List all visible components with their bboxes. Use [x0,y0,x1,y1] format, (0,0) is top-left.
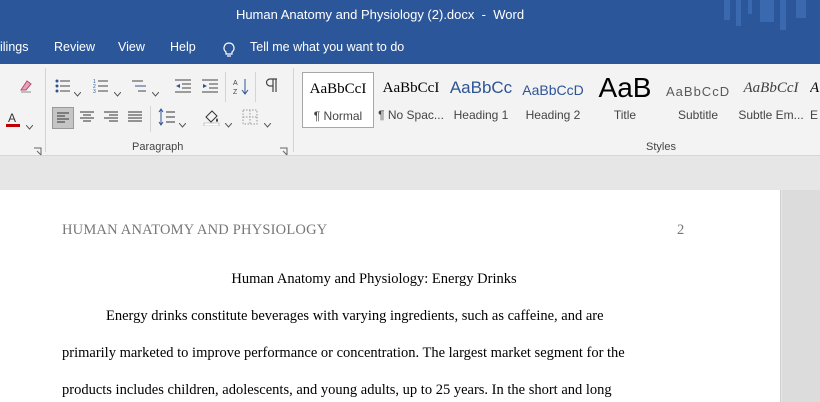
svg-text:A: A [233,80,238,87]
numbering-icon[interactable]: 123 [93,78,109,94]
style-heading-1[interactable]: AaBbCc Heading 1 [449,72,513,128]
line-spacing-icon[interactable] [158,108,176,126]
page-number: 2 [677,222,685,238]
shading-dropdown-icon[interactable] [224,115,233,128]
bullets-icon[interactable] [55,78,71,94]
line-spacing-dropdown-icon[interactable] [178,115,187,128]
style-subtitle[interactable]: AaBbCcD Subtitle [666,72,730,128]
style-emphasis[interactable]: A E [810,72,820,128]
tab-mailings[interactable]: ilings [0,40,29,54]
paragraph-group-label: Paragraph [132,141,184,153]
window-title: Human Anatomy and Physiology (2).docx - … [235,7,525,22]
style-heading-2[interactable]: AaBbCcD Heading 2 [521,72,585,128]
paragraph-dialog-launcher-icon[interactable] [279,143,288,156]
clear-formatting-icon[interactable] [18,78,34,94]
svg-text:3: 3 [93,89,96,94]
align-left-icon[interactable] [52,107,74,129]
font-dialog-launcher-icon[interactable] [33,143,42,156]
show-formatting-marks-icon[interactable] [264,77,278,93]
font-color-dropdown-icon[interactable] [25,117,34,130]
document-title: Human Anatomy and Physiology: Energy Dri… [231,271,517,287]
tab-help[interactable]: Help [170,40,196,54]
lightbulb-icon [222,42,236,58]
borders-dropdown-icon[interactable] [263,115,272,128]
tab-review[interactable]: Review [54,40,95,54]
body-line: primarily marketed to improve performanc… [62,345,625,361]
tab-view[interactable]: View [118,40,145,54]
styles-group-label: Styles [646,141,676,153]
align-center-icon[interactable] [79,109,95,125]
multilevel-dropdown-icon[interactable] [151,84,160,97]
body-line: Energy drinks constitute beverages with … [106,308,604,324]
bullets-dropdown-icon[interactable] [73,84,82,97]
body-line: products includes children, adolescents,… [62,382,612,398]
tell-me-search[interactable]: Tell me what you want to do [250,40,404,54]
canvas-margin [782,190,820,402]
font-color-icon[interactable]: A [4,110,22,128]
style-title[interactable]: AaB Title [593,72,657,128]
increase-indent-icon[interactable] [201,78,219,94]
numbering-dropdown-icon[interactable] [113,84,122,97]
shading-icon[interactable] [203,108,221,126]
justify-icon[interactable] [127,109,143,125]
svg-text:A: A [8,111,16,125]
borders-icon[interactable] [242,109,258,125]
svg-text:Z: Z [233,89,238,95]
style-normal[interactable]: AaBbCcI ¶ Normal [302,72,374,128]
title-bar: Human Anatomy and Physiology (2).docx - … [0,0,820,64]
style-no-spacing[interactable]: AaBbCcI ¶ No Spac... [376,72,446,128]
sort-icon[interactable]: AZ [233,77,249,95]
ribbon: A 123 AZ Paragraph AaBbCcI ¶ Normal AaBb… [0,64,820,156]
style-subtle-emphasis[interactable]: AaBbCcI Subtle Em... [737,72,805,128]
multilevel-list-icon[interactable] [131,78,147,94]
running-head: HUMAN ANATOMY AND PHYSIOLOGY [62,222,328,238]
align-right-icon[interactable] [103,109,119,125]
decrease-indent-icon[interactable] [174,78,192,94]
